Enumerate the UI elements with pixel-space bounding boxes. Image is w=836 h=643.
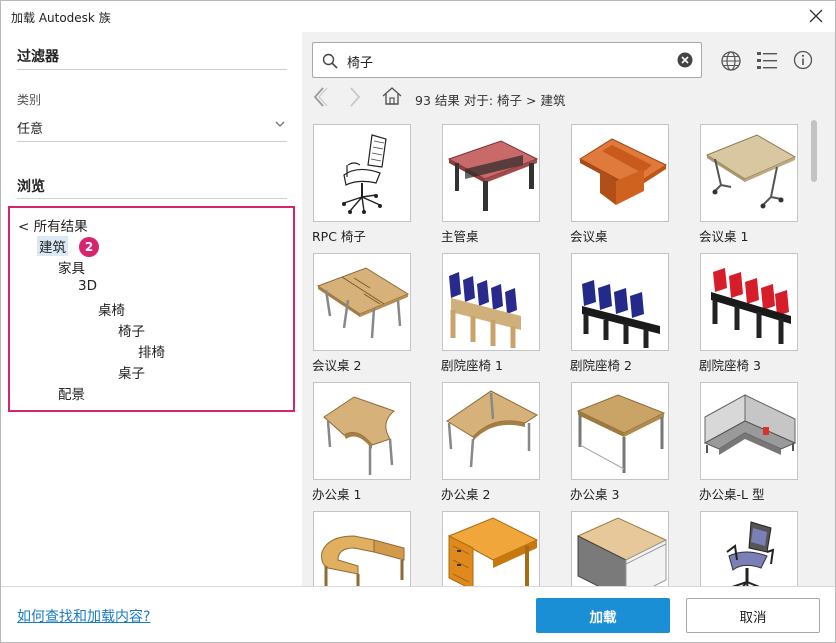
load-button[interactable]: 加载 bbox=[536, 598, 670, 633]
result-label: 剧院座椅 1 bbox=[441, 358, 503, 373]
rpc-chair-icon bbox=[313, 124, 411, 222]
help-link[interactable]: 如何查找和加载内容? bbox=[17, 606, 150, 626]
category-dropdown[interactable]: 任意 bbox=[17, 114, 287, 142]
office-desk-rect-icon bbox=[571, 382, 669, 480]
browse-tree: < 所有结果 建筑 2 家具 3D 桌椅 椅子 排椅 桌子 配景 bbox=[8, 206, 295, 412]
result-label: RPC 椅子 bbox=[312, 229, 366, 244]
result-label: 会议桌 1 bbox=[699, 229, 749, 244]
result-item[interactable] bbox=[699, 509, 817, 586]
tree-item-all-results[interactable]: < 所有结果 bbox=[18, 215, 88, 235]
info-icon[interactable] bbox=[793, 50, 813, 70]
tree-item-row-seats[interactable]: 排椅 bbox=[138, 341, 165, 361]
office-desk-corner-icon bbox=[442, 382, 540, 480]
results-grid: RPC 椅子 主管桌 会议桌 会议桌 1 会议桌 2 剧院座椅 1 剧院座椅 2… bbox=[302, 122, 817, 586]
tree-item-entourage[interactable]: 配景 bbox=[58, 383, 85, 403]
category-label: 类别 bbox=[17, 93, 42, 107]
result-label: 办公桌 3 bbox=[570, 487, 620, 502]
close-button[interactable] bbox=[803, 4, 829, 28]
search-icon bbox=[322, 53, 338, 69]
chevron-down-icon bbox=[275, 121, 285, 127]
search-box[interactable]: 椅子 bbox=[312, 42, 702, 78]
globe-icon[interactable] bbox=[720, 50, 742, 72]
result-label: 办公桌 2 bbox=[441, 487, 491, 502]
result-item[interactable]: 会议桌 bbox=[570, 122, 690, 250]
result-item[interactable]: 会议桌 1 bbox=[699, 122, 817, 250]
forward-icon[interactable] bbox=[346, 86, 364, 108]
result-item[interactable]: 办公桌 1 bbox=[312, 380, 432, 508]
conference-table-wood-icon bbox=[313, 253, 411, 351]
tree-item-tables[interactable]: 桌子 bbox=[118, 362, 145, 382]
breadcrumb: 93 结果 对于: 椅子 > 建筑 bbox=[415, 93, 566, 108]
back-icon[interactable] bbox=[311, 86, 329, 108]
office-chair-icon bbox=[700, 511, 798, 586]
home-icon[interactable] bbox=[381, 85, 403, 107]
tree-item-tables-chairs[interactable]: 桌椅 bbox=[98, 299, 125, 319]
clear-search-icon[interactable] bbox=[677, 52, 693, 68]
results-scrollbar[interactable] bbox=[811, 120, 817, 182]
conference-table-icon bbox=[571, 124, 669, 222]
result-label: 办公桌 1 bbox=[312, 487, 362, 502]
result-item[interactable] bbox=[312, 509, 432, 586]
result-item[interactable]: 剧院座椅 3 bbox=[699, 251, 817, 379]
tree-item-furniture[interactable]: 家具 bbox=[58, 257, 85, 277]
close-icon bbox=[809, 9, 823, 23]
result-item[interactable]: 主管桌 bbox=[441, 122, 561, 250]
title-bar: 加载 Autodesk 族 bbox=[1, 1, 835, 32]
result-label: 主管桌 bbox=[441, 229, 479, 244]
desk-drawers-icon bbox=[442, 511, 540, 586]
theater-seats-red-icon bbox=[700, 253, 798, 351]
list-view-icon[interactable] bbox=[756, 50, 778, 72]
result-item[interactable] bbox=[570, 509, 690, 586]
filter-heading: 过滤器 bbox=[17, 49, 59, 65]
theater-seats-blue-icon bbox=[571, 253, 669, 351]
result-label: 会议桌 2 bbox=[312, 358, 362, 373]
result-item[interactable]: 办公桌-L 型 bbox=[699, 380, 817, 508]
result-label: 办公桌-L 型 bbox=[699, 487, 765, 502]
executive-desk-icon bbox=[442, 124, 540, 222]
divider bbox=[17, 198, 287, 199]
browse-heading: 浏览 bbox=[17, 179, 45, 195]
category-value: 任意 bbox=[17, 122, 44, 137]
office-desk-l-shape-icon bbox=[700, 382, 798, 480]
cancel-button[interactable]: 取消 bbox=[686, 598, 820, 633]
window-title: 加载 Autodesk 族 bbox=[11, 11, 111, 25]
theater-seats-icon bbox=[442, 253, 540, 351]
step-badge: 2 bbox=[79, 237, 99, 257]
results-panel: 椅子 93 结果 对于: 椅子 > 建筑 RPC 椅子 主管桌 会议桌 会议桌 … bbox=[302, 32, 835, 586]
result-label: 会议桌 bbox=[570, 229, 608, 244]
desk-cabinet-icon bbox=[571, 511, 669, 586]
divider bbox=[17, 69, 287, 70]
result-item[interactable]: 剧院座椅 1 bbox=[441, 251, 561, 379]
result-item[interactable]: RPC 椅子 bbox=[312, 122, 432, 250]
result-item[interactable]: 会议桌 2 bbox=[312, 251, 432, 379]
result-item[interactable] bbox=[441, 509, 561, 586]
load-family-dialog: 加载 Autodesk 族 过滤器 类别 任意 浏览 < 所有结果 建筑 2 家… bbox=[0, 0, 836, 643]
result-label: 剧院座椅 2 bbox=[570, 358, 632, 373]
desk-u-shape-icon bbox=[313, 511, 411, 586]
tree-item-3d[interactable]: 3D bbox=[78, 278, 97, 294]
result-label: 剧院座椅 3 bbox=[699, 358, 761, 373]
conference-table-folding-icon bbox=[700, 124, 798, 222]
result-item[interactable]: 办公桌 2 bbox=[441, 380, 561, 508]
result-item[interactable]: 剧院座椅 2 bbox=[570, 251, 690, 379]
result-item[interactable]: 办公桌 3 bbox=[570, 380, 690, 508]
dialog-footer: 如何查找和加载内容? 加载 取消 bbox=[1, 586, 835, 642]
office-desk-curved-icon bbox=[313, 382, 411, 480]
search-input[interactable]: 椅子 bbox=[347, 52, 373, 71]
tree-item-architecture[interactable]: 建筑 bbox=[37, 236, 68, 256]
tree-item-chairs[interactable]: 椅子 bbox=[118, 320, 145, 340]
filter-panel: 过滤器 类别 任意 浏览 < 所有结果 建筑 2 家具 3D 桌椅 椅子 排椅 … bbox=[1, 32, 302, 586]
